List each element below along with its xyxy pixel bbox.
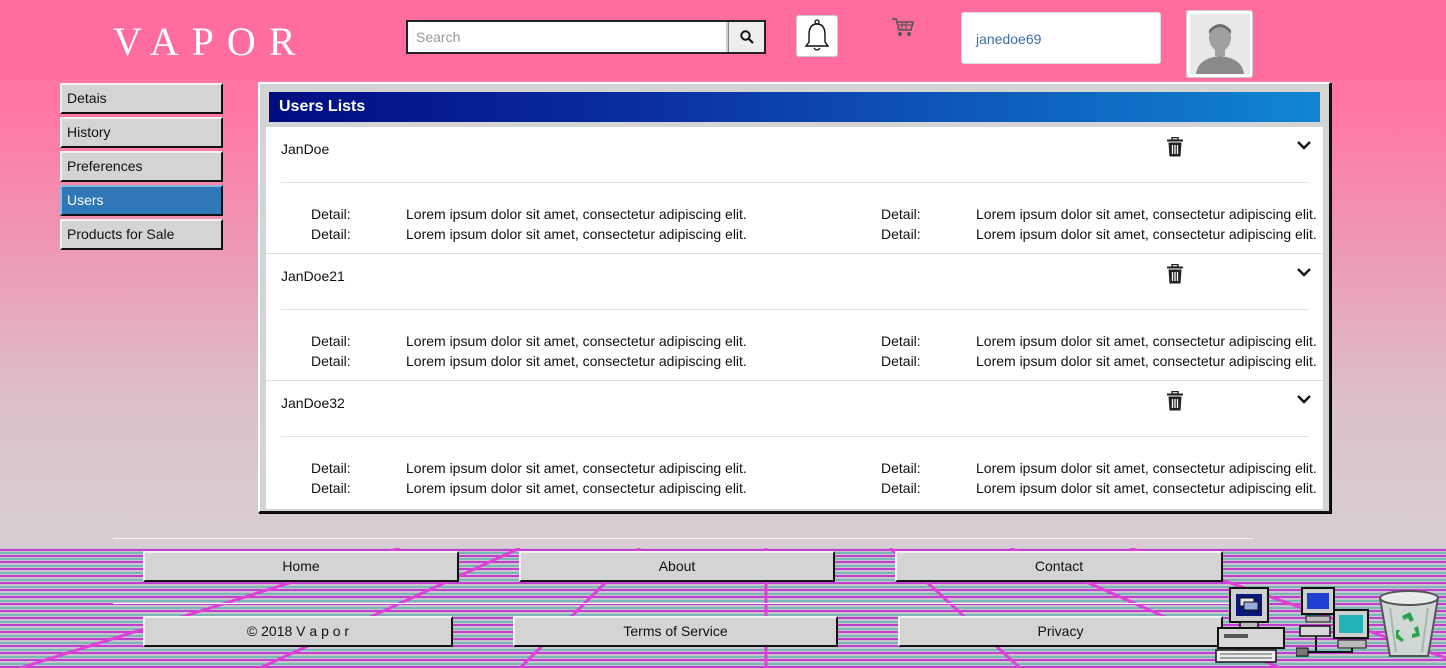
recycle-bin-icon[interactable]	[1376, 588, 1442, 660]
detail-text: Lorem ipsum dolor sit amet, consectetur …	[976, 333, 1317, 349]
detail-label: Detail:	[311, 460, 351, 476]
detail-text: Lorem ipsum dolor sit amet, consectetur …	[406, 226, 747, 242]
user-row: JanDoe Detail: Lorem ipsum dolor sit ame…	[266, 127, 1323, 254]
chevron-down-icon[interactable]	[1296, 137, 1312, 153]
footer-divider	[113, 603, 1253, 604]
logo[interactable]: VAPOR	[113, 20, 308, 64]
chevron-down-icon[interactable]	[1296, 391, 1312, 407]
trash-icon[interactable]	[1166, 137, 1184, 157]
detail-label: Detail:	[311, 206, 351, 222]
header: VAPOR janedoe69	[0, 0, 1446, 80]
detail-label: Detail:	[311, 480, 351, 496]
search-input[interactable]	[408, 22, 728, 52]
detail-text: Lorem ipsum dolor sit amet, consectetur …	[976, 460, 1317, 476]
row-divider	[281, 182, 1309, 183]
trash-icon[interactable]	[1166, 264, 1184, 284]
footer-privacy-button[interactable]: Privacy	[898, 616, 1223, 647]
footer-home-button[interactable]: Home	[143, 551, 459, 582]
footer-divider	[113, 538, 1253, 539]
detail-text: Lorem ipsum dolor sit amet, consectetur …	[976, 226, 1317, 242]
detail-text: Lorem ipsum dolor sit amet, consectetur …	[406, 353, 747, 369]
user-name: JanDoe32	[281, 395, 345, 411]
detail-text: Lorem ipsum dolor sit amet, consectetur …	[976, 353, 1317, 369]
detail-label: Detail:	[881, 206, 921, 222]
search-button[interactable]	[728, 22, 764, 52]
detail-text: Lorem ipsum dolor sit amet, consectetur …	[406, 333, 747, 349]
detail-label: Detail:	[311, 226, 351, 242]
sidebar-item-users[interactable]: Users	[60, 185, 223, 216]
footer-about-button[interactable]: About	[519, 551, 835, 582]
my-computer-icon[interactable]	[1214, 586, 1286, 664]
user-name: JanDoe	[281, 141, 330, 157]
footer-terms-button[interactable]: Terms of Service	[513, 616, 838, 647]
sidebar-item-details[interactable]: Detais	[60, 83, 223, 114]
detail-label: Detail:	[881, 353, 921, 369]
avatar-icon	[1189, 14, 1250, 74]
detail-text: Lorem ipsum dolor sit amet, consectetur …	[406, 480, 747, 496]
detail-text: Lorem ipsum dolor sit amet, consectetur …	[406, 460, 747, 476]
trash-icon[interactable]	[1166, 391, 1184, 411]
network-icon[interactable]	[1296, 586, 1372, 660]
sidebar-item-products-for-sale[interactable]: Products for Sale	[60, 219, 223, 250]
detail-label: Detail:	[881, 480, 921, 496]
footer-copyright: © 2018 V a p o r	[143, 616, 453, 647]
notifications-button[interactable]	[796, 15, 838, 57]
footer-contact-button[interactable]: Contact	[895, 551, 1223, 582]
users-list: JanDoe Detail: Lorem ipsum dolor sit ame…	[266, 127, 1323, 509]
sidebar-item-history[interactable]: History	[60, 117, 223, 148]
user-row: JanDoe32 Detail: Lorem ipsum dolor sit a…	[266, 381, 1323, 508]
detail-text: Lorem ipsum dolor sit amet, consectetur …	[976, 480, 1317, 496]
panel-title: Users Lists	[269, 92, 1320, 122]
detail-label: Detail:	[311, 353, 351, 369]
detail-text: Lorem ipsum dolor sit amet, consectetur …	[406, 206, 747, 222]
bell-icon	[804, 19, 830, 51]
user-name: JanDoe21	[281, 268, 345, 284]
cart-icon[interactable]	[890, 16, 916, 38]
detail-label: Detail:	[881, 333, 921, 349]
search-box	[406, 20, 766, 54]
sidebar: Detais History Preferences Users Product…	[60, 83, 223, 253]
row-divider	[281, 309, 1309, 310]
users-panel: Users Lists JanDoe Detail: Lorem ipsum d…	[258, 82, 1331, 513]
avatar[interactable]	[1186, 10, 1253, 78]
detail-text: Lorem ipsum dolor sit amet, consectetur …	[976, 206, 1317, 222]
chevron-down-icon[interactable]	[1296, 264, 1312, 280]
sidebar-item-preferences[interactable]: Preferences	[60, 151, 223, 182]
detail-label: Detail:	[311, 333, 351, 349]
detail-label: Detail:	[881, 226, 921, 242]
search-icon	[739, 30, 754, 44]
username-display[interactable]: janedoe69	[961, 12, 1161, 64]
row-divider	[281, 436, 1309, 437]
user-row: JanDoe21 Detail: Lorem ipsum dolor sit a…	[266, 254, 1323, 381]
detail-label: Detail:	[881, 460, 921, 476]
